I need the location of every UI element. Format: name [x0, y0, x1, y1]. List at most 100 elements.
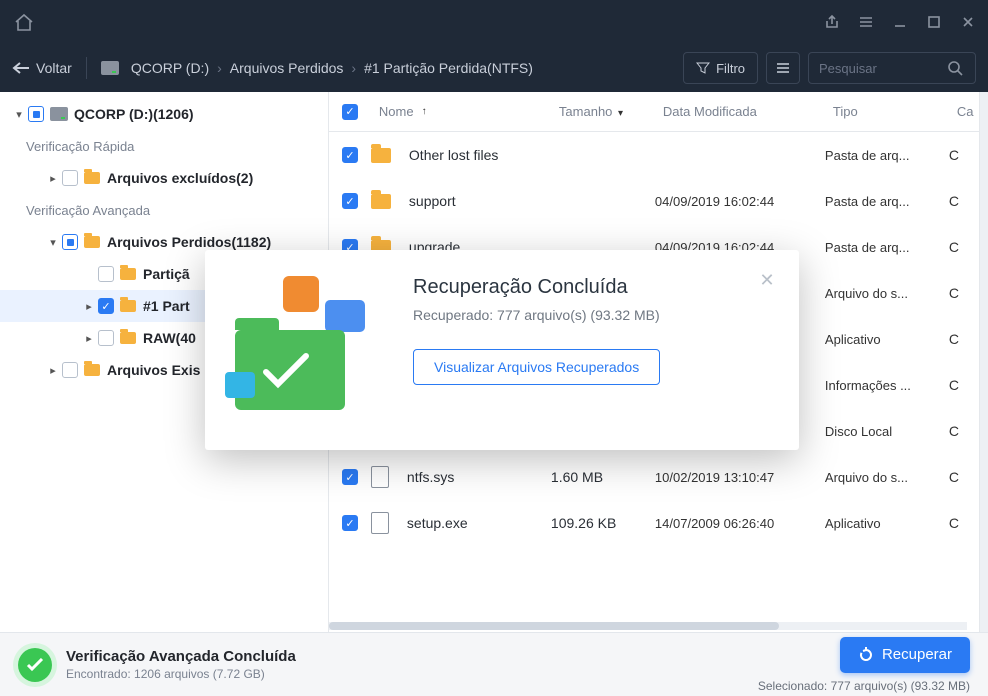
file-type: Arquivo do s...	[825, 286, 949, 301]
breadcrumb: QCORP (D:) › Arquivos Perdidos › #1 Part…	[101, 60, 533, 76]
table-row[interactable]: ✓Other lost filesPasta de arq...C	[329, 132, 979, 178]
checkbox[interactable]	[28, 106, 44, 122]
checkbox[interactable]	[62, 234, 78, 250]
folder-icon	[120, 268, 136, 280]
search-icon	[947, 60, 963, 76]
dialog-title: Recuperação Concluída	[413, 276, 771, 299]
dialog-subtitle: Recuperado: 777 arquivo(s) (93.32 MB)	[413, 307, 771, 323]
col-name[interactable]: Nome↑	[371, 104, 551, 119]
tree-label: Arquivos excluídos(2)	[107, 170, 253, 186]
file-type: Informações ...	[825, 378, 949, 393]
file-type: Pasta de arq...	[825, 194, 949, 209]
list-view-button[interactable]	[766, 52, 800, 84]
dialog-close-button[interactable]: ✕	[755, 268, 779, 292]
crumb-3[interactable]: #1 Partição Perdida(NTFS)	[364, 60, 533, 76]
row-checkbox[interactable]: ✓	[342, 469, 358, 485]
scan-complete-icon	[18, 648, 52, 682]
table-row[interactable]: ✓setup.exe109.26 KB14/07/2009 06:26:40Ap…	[329, 500, 979, 546]
file-rest: C	[949, 147, 979, 163]
checkbox[interactable]	[98, 330, 114, 346]
tree-label: #1 Part	[143, 298, 190, 314]
folder-icon	[120, 300, 136, 312]
col-size[interactable]: Tamanho ▾	[551, 104, 655, 119]
checkbox[interactable]	[98, 266, 114, 282]
tree-label: RAW(40	[143, 330, 196, 346]
file-name: support	[409, 193, 456, 209]
row-checkbox[interactable]: ✓	[342, 515, 358, 531]
file-type: Pasta de arq...	[825, 148, 949, 163]
recover-label: Recuperar	[882, 646, 952, 663]
file-date: 14/07/2009 06:26:40	[655, 516, 825, 531]
table-row[interactable]: ✓ support 04/09/2019 16:02:44Pasta de arq.…	[329, 178, 979, 224]
file-name: ntfs.sys	[407, 469, 454, 485]
crumb-2[interactable]: Arquivos Perdidos	[230, 60, 344, 76]
close-icon[interactable]	[958, 12, 978, 32]
file-type: Pasta de arq...	[825, 240, 949, 255]
file-rest: C	[949, 469, 979, 485]
file-date: 10/02/2019 13:10:47	[655, 470, 825, 485]
file-rest: C	[949, 193, 979, 209]
folder-icon	[120, 332, 136, 344]
tree-label: Partiçã	[143, 266, 190, 282]
back-button[interactable]: Voltar	[12, 60, 72, 76]
select-all-checkbox[interactable]: ✓	[342, 104, 358, 120]
recovery-complete-dialog: ✕ Recuperação Concluída Recuperado: 777 …	[205, 250, 799, 450]
file-icon	[371, 466, 389, 488]
filter-label: Filtro	[716, 61, 745, 76]
tree-label: Arquivos Exis	[107, 362, 200, 378]
sort-asc-icon: ↑	[422, 106, 427, 117]
tree-label: QCORP (D:)(1206)	[74, 106, 194, 122]
file-name: setup.exe	[407, 515, 468, 531]
col-type[interactable]: Tipo	[825, 104, 949, 119]
drive-icon	[101, 61, 119, 75]
tree-group-advanced: Verificação Avançada	[0, 194, 328, 226]
menu-icon[interactable]	[856, 12, 876, 32]
file-rest: C	[949, 285, 979, 301]
checkbox[interactable]: ✓	[98, 298, 114, 314]
tree-label: Arquivos Perdidos(1182)	[107, 234, 271, 250]
file-type: Aplicativo	[825, 516, 949, 531]
folder-icon	[84, 236, 100, 248]
file-date: 04/09/2019 16:02:44	[655, 194, 825, 209]
status-bar: Verificação Avançada Concluída Encontrad…	[0, 632, 988, 696]
v-scrollbar[interactable]	[979, 92, 988, 632]
share-icon[interactable]	[822, 12, 842, 32]
drive-icon	[50, 107, 68, 121]
tree-group-quick: Verificação Rápida	[0, 130, 328, 162]
scan-status-sub: Encontrado: 1206 arquivos (7.72 GB)	[66, 667, 296, 681]
row-checkbox[interactable]: ✓	[342, 193, 358, 209]
dialog-illustration	[233, 276, 383, 416]
home-icon[interactable]	[10, 9, 38, 36]
filter-button[interactable]: Filtro	[683, 52, 758, 84]
search-box[interactable]	[808, 52, 976, 84]
file-type: Aplicativo	[825, 332, 949, 347]
column-header: ✓ Nome↑ Tamanho ▾ Data Modificada Tipo C…	[329, 92, 979, 132]
file-type: Arquivo do s...	[825, 470, 949, 485]
row-checkbox[interactable]: ✓	[342, 147, 358, 163]
checkbox[interactable]	[62, 170, 78, 186]
titlebar	[0, 0, 988, 44]
back-label: Voltar	[36, 60, 72, 76]
minimize-icon[interactable]	[890, 12, 910, 32]
toolbar: Voltar QCORP (D:) › Arquivos Perdidos › …	[0, 44, 988, 92]
search-input[interactable]	[819, 61, 939, 76]
folder-icon	[84, 172, 100, 184]
folder-icon	[371, 148, 391, 163]
table-row[interactable]: ✓ ntfs.sys 1.60 MB10/02/2019 13:10:47Arqui…	[329, 454, 979, 500]
file-rest: C	[949, 515, 979, 531]
recover-button[interactable]: Recuperar	[840, 637, 970, 673]
crumb-1[interactable]: QCORP (D:)	[131, 60, 209, 76]
file-size: 1.60 MB	[551, 469, 655, 485]
file-rest: C	[949, 377, 979, 393]
checkbox[interactable]	[62, 362, 78, 378]
tree-item-deleted[interactable]: ▸ Arquivos excluídos(2)	[0, 162, 328, 194]
tree-root[interactable]: ▾ QCORP (D:)(1206)	[0, 98, 328, 130]
col-date[interactable]: Data Modificada	[655, 104, 825, 119]
file-type: Disco Local	[825, 424, 949, 439]
view-recovered-button[interactable]: Visualizar Arquivos Recuperados	[413, 349, 660, 385]
file-rest: C	[949, 423, 979, 439]
folder-icon	[84, 364, 100, 376]
h-scrollbar[interactable]	[329, 622, 967, 630]
col-rest[interactable]: Ca	[949, 104, 979, 119]
maximize-icon[interactable]	[924, 12, 944, 32]
